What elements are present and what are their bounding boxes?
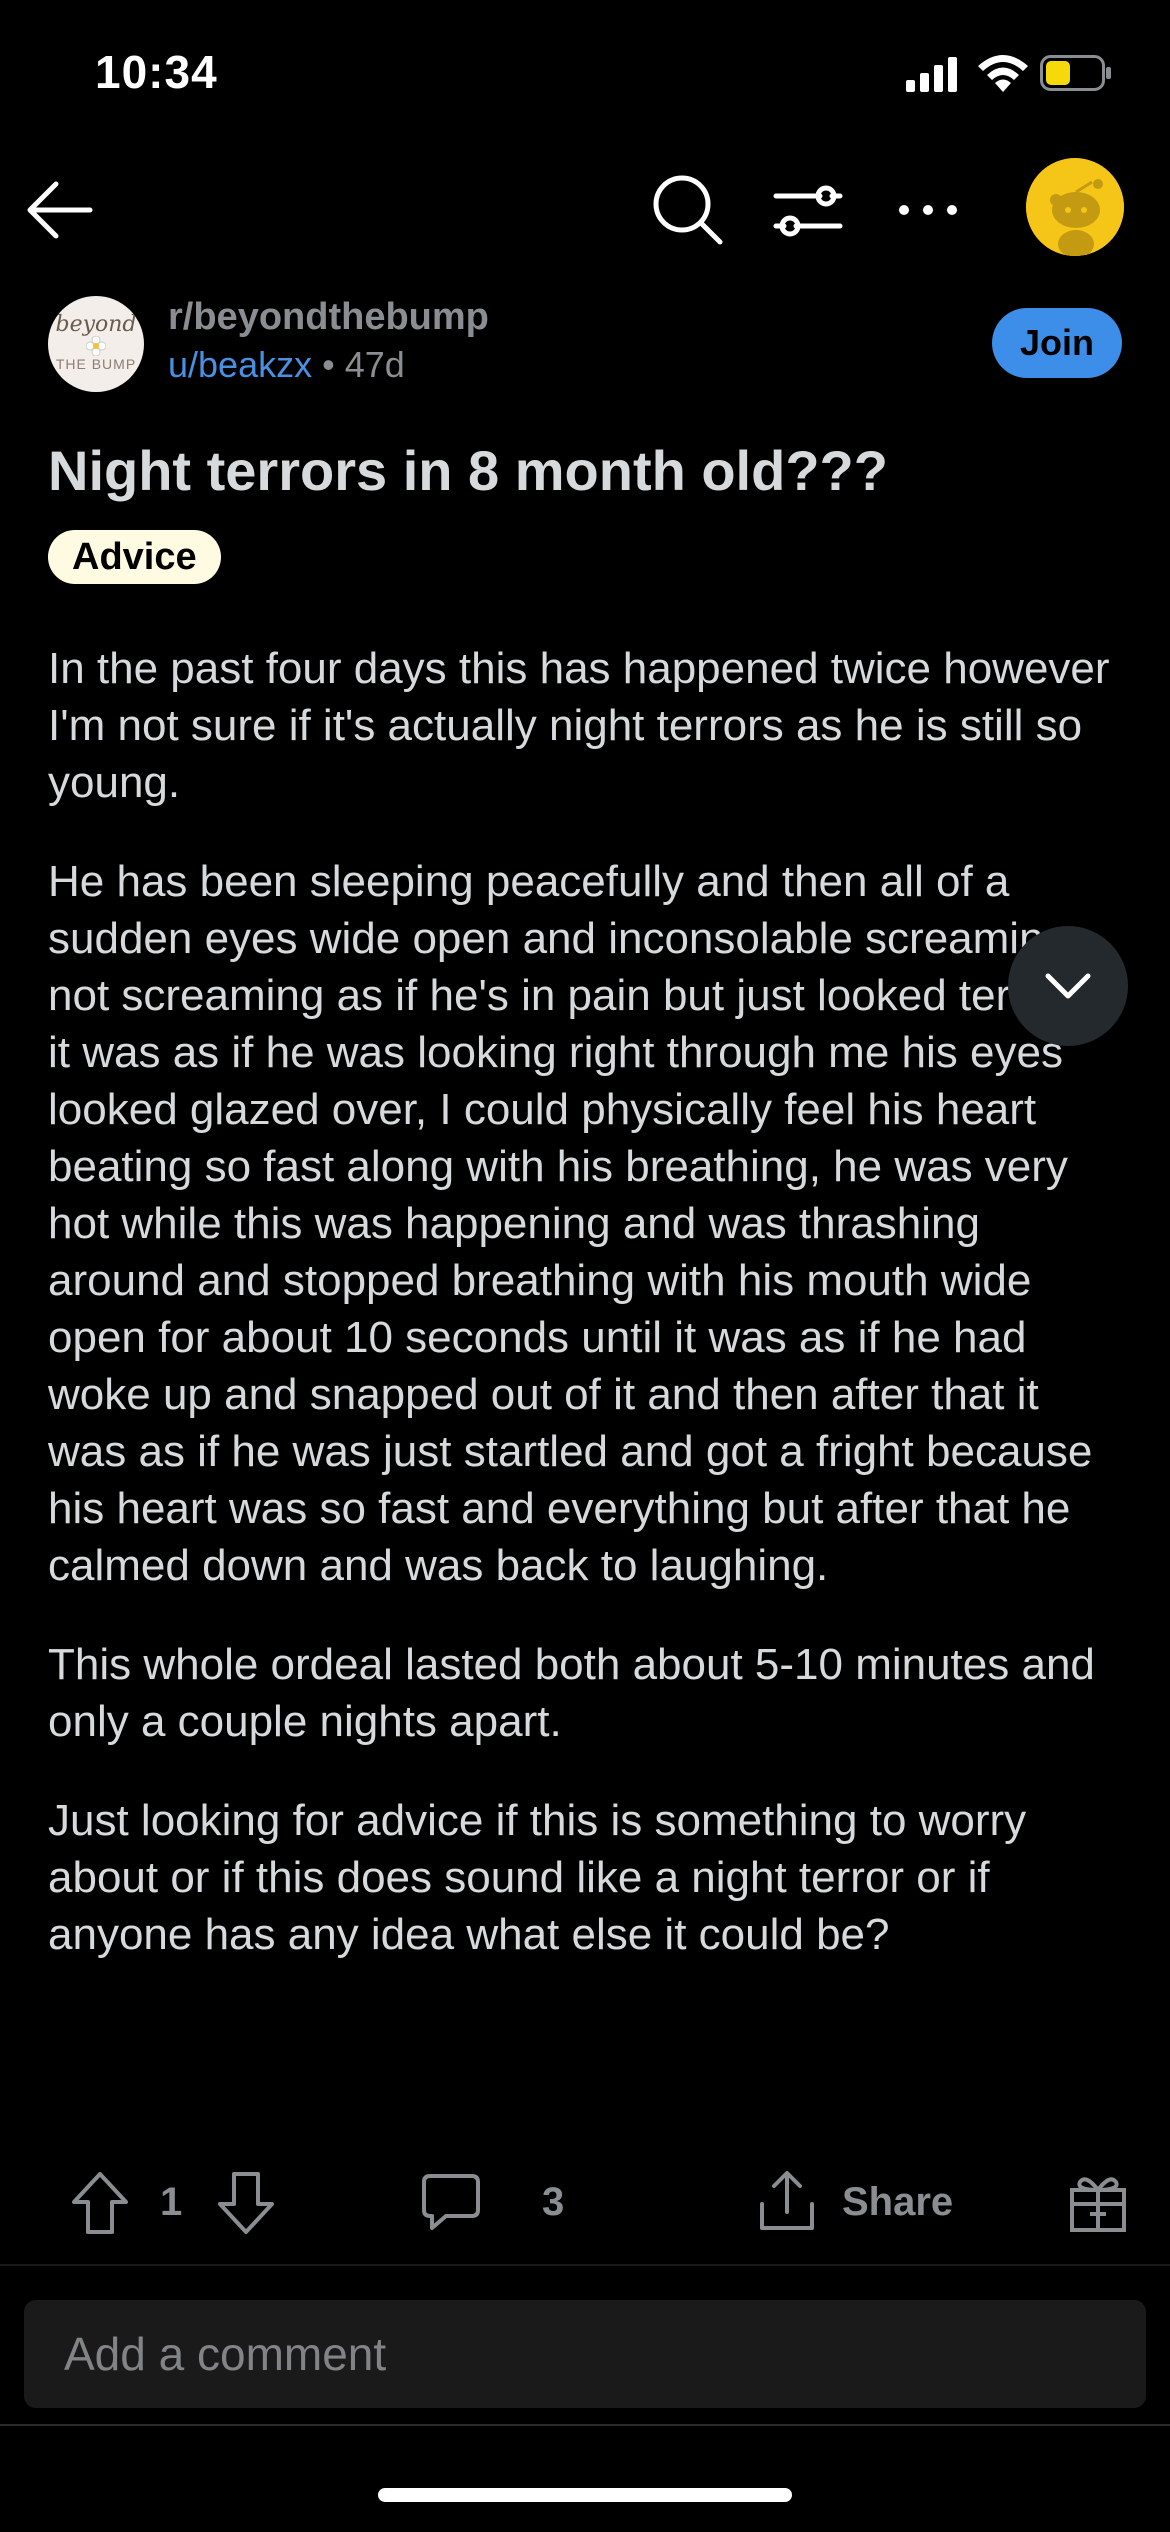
post-paragraph: This whole ordeal lasted both about 5-10…	[48, 1640, 1095, 1746]
back-arrow-icon[interactable]	[20, 170, 100, 250]
post-action-bar: 1 3 Share	[0, 2160, 1170, 2250]
scroll-down-button[interactable]	[1008, 926, 1128, 1046]
status-bar: 10:34	[0, 0, 1170, 140]
subreddit-avatar[interactable]: beyond THE BUMP	[48, 296, 144, 392]
top-navigation-bar	[0, 150, 1170, 270]
comment-icon[interactable]	[420, 2172, 482, 2232]
user-avatar[interactable]	[1026, 158, 1124, 256]
cellular-signal-icon	[906, 57, 957, 92]
post-age: 47d	[344, 344, 405, 385]
more-icon[interactable]	[888, 172, 968, 248]
search-icon[interactable]	[648, 170, 728, 250]
battery-icon	[1040, 55, 1111, 91]
post-paragraph: In the past four days this has happened …	[48, 644, 1110, 807]
status-time: 10:34	[95, 46, 218, 98]
comment-count[interactable]: 3	[542, 2180, 564, 2225]
flair-badge[interactable]: Advice	[48, 530, 221, 584]
upvote-icon[interactable]	[70, 2170, 130, 2236]
post-paragraph: He has been sleeping peacefully and then…	[48, 857, 1106, 1590]
post-paragraph: Just looking for advice if this is somet…	[48, 1796, 1027, 1959]
meta-separator: •	[322, 344, 335, 385]
comment-composer	[0, 2264, 1170, 2424]
post-title: Night terrors in 8 month old???	[48, 439, 888, 502]
share-icon[interactable]	[756, 2168, 818, 2234]
author-link[interactable]: u/beakzx	[168, 344, 312, 385]
award-gift-icon[interactable]	[1068, 2170, 1128, 2234]
snoo-avatar-icon	[1026, 158, 1124, 256]
filter-icon[interactable]	[768, 172, 848, 248]
wifi-icon	[978, 55, 1028, 92]
post-body: In the past four days this has happened …	[48, 640, 1128, 2005]
bottom-divider	[0, 2424, 1170, 2426]
share-button[interactable]: Share	[842, 2180, 953, 2225]
subreddit-logo-subtext: THE BUMP	[55, 356, 137, 372]
flower-icon	[86, 336, 106, 356]
post-header: beyond THE BUMP r/beyondthebump u/beakzx…	[0, 290, 1170, 400]
join-button[interactable]: Join	[992, 308, 1122, 378]
post-meta: u/beakzx • 47d	[168, 344, 405, 386]
screen: 10:34 beyond THE BUMP r/beyondthebump u/…	[0, 0, 1170, 2532]
home-indicator[interactable]	[378, 2488, 792, 2502]
vote-count: 1	[160, 2180, 183, 2224]
chevron-down-icon	[1045, 973, 1091, 999]
downvote-icon[interactable]	[216, 2170, 276, 2236]
subreddit-logo-text: beyond	[55, 312, 137, 337]
subreddit-name[interactable]: r/beyondthebump	[168, 296, 489, 339]
comment-input[interactable]	[24, 2300, 1146, 2408]
